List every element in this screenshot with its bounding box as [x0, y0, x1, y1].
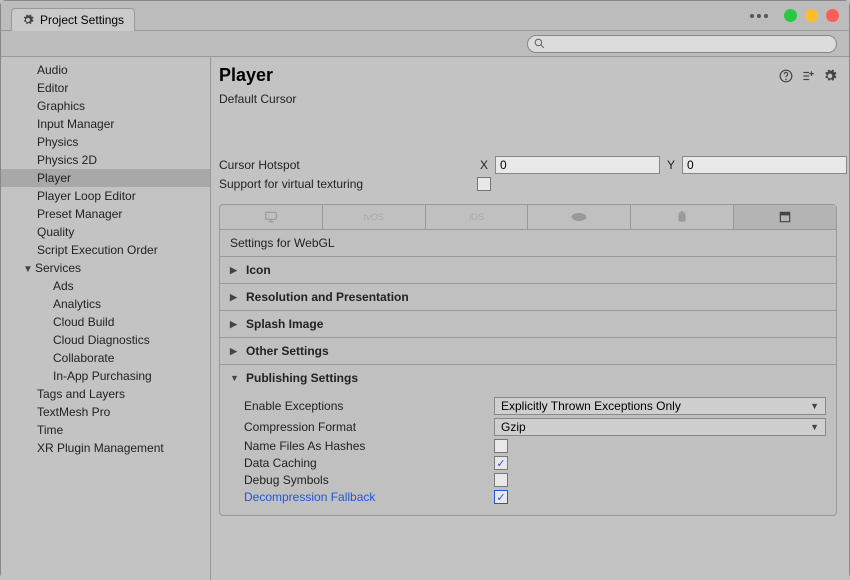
cursor-hotspot-y-input[interactable] [682, 156, 847, 174]
sidebar-item-cloud-build[interactable]: Cloud Build [1, 313, 210, 331]
content-area: Player Default Cursor Cursor Hotspot X Y [211, 57, 849, 580]
search-icon [533, 37, 546, 50]
debug-symbols-label: Debug Symbols [244, 473, 488, 487]
virtual-texturing-label: Support for virtual texturing [219, 177, 471, 191]
publishing-body: Enable Exceptions Explicitly Thrown Exce… [220, 391, 836, 515]
sidebar-item-audio[interactable]: Audio [1, 61, 210, 79]
sidebar-item-analytics[interactable]: Analytics [1, 295, 210, 313]
sidebar-item-physics[interactable]: Physics [1, 133, 210, 151]
platform-tab-webgl[interactable] [734, 205, 836, 229]
chevron-right-icon: ▶ [230, 265, 240, 276]
gear-icon [22, 14, 34, 26]
sidebar-item-graphics[interactable]: Graphics [1, 97, 210, 115]
sidebar-item-input-manager[interactable]: Input Manager [1, 115, 210, 133]
platform-tab-tvos[interactable]: tvOS [323, 205, 426, 229]
foldout-splash[interactable]: ▶Splash Image [220, 310, 836, 337]
sidebar-item-in-app-purchasing[interactable]: In-App Purchasing [1, 367, 210, 385]
platform-tab-standalone[interactable] [220, 205, 323, 229]
foldout-icon[interactable]: ▶Icon [220, 256, 836, 283]
sidebar-item-script-execution-order[interactable]: Script Execution Order [1, 241, 210, 259]
cursor-hotspot-label: Cursor Hotspot [219, 158, 471, 172]
data-caching-checkbox[interactable]: ✓ [494, 456, 508, 470]
enable-exceptions-label: Enable Exceptions [244, 399, 488, 413]
settings-for-label: Settings for WebGL [220, 230, 836, 256]
sidebar: Audio Editor Graphics Input Manager Phys… [1, 57, 211, 580]
sidebar-item-quality[interactable]: Quality [1, 223, 210, 241]
chevron-right-icon: ▶ [230, 346, 240, 357]
cursor-hotspot-x-input[interactable] [495, 156, 660, 174]
preset-icon[interactable] [801, 69, 815, 83]
foldout-resolution[interactable]: ▶Resolution and Presentation [220, 283, 836, 310]
window-title: Project Settings [40, 13, 124, 27]
x-label: X [477, 158, 491, 172]
search-bar [1, 31, 849, 57]
sidebar-item-preset-manager[interactable]: Preset Manager [1, 205, 210, 223]
gear-icon[interactable] [823, 69, 837, 83]
platform-tab-lumin[interactable] [528, 205, 631, 229]
foldout-other[interactable]: ▶Other Settings [220, 337, 836, 364]
sidebar-item-cloud-diagnostics[interactable]: Cloud Diagnostics [1, 331, 210, 349]
window-controls [750, 9, 839, 22]
foldout-publishing[interactable]: ▼Publishing Settings [220, 364, 836, 391]
platform-panel: tvOS iOS Settings for WebGL ▶Icon ▶Resol… [219, 204, 837, 516]
maximize-button[interactable] [784, 9, 797, 22]
window-tab[interactable]: Project Settings [11, 8, 135, 31]
sidebar-item-textmesh-pro[interactable]: TextMesh Pro [1, 403, 210, 421]
compression-format-dropdown[interactable]: Gzip▼ [494, 418, 826, 436]
enable-exceptions-dropdown[interactable]: Explicitly Thrown Exceptions Only▼ [494, 397, 826, 415]
platform-tab-ios[interactable]: iOS [426, 205, 529, 229]
close-button[interactable] [826, 9, 839, 22]
debug-symbols-checkbox[interactable] [494, 473, 508, 487]
chevron-down-icon: ▼ [810, 401, 819, 411]
y-label: Y [664, 158, 678, 172]
default-cursor-label: Default Cursor [219, 92, 471, 106]
chevron-down-icon: ▼ [23, 264, 33, 275]
name-files-as-hashes-label: Name Files As Hashes [244, 439, 488, 453]
name-files-as-hashes-checkbox[interactable] [494, 439, 508, 453]
sidebar-item-editor[interactable]: Editor [1, 79, 210, 97]
virtual-texturing-checkbox[interactable] [477, 177, 491, 191]
chevron-down-icon: ▼ [810, 422, 819, 432]
sidebar-item-player-loop-editor[interactable]: Player Loop Editor [1, 187, 210, 205]
platform-tab-android[interactable] [631, 205, 734, 229]
compression-format-label: Compression Format [244, 420, 488, 434]
search-input[interactable] [527, 35, 837, 53]
sidebar-item-xr-plugin-management[interactable]: XR Plugin Management [1, 439, 210, 457]
chevron-right-icon: ▶ [230, 292, 240, 303]
chevron-right-icon: ▶ [230, 319, 240, 330]
decompression-fallback-label: Decompression Fallback [244, 490, 488, 504]
sidebar-item-ads[interactable]: Ads [1, 277, 210, 295]
sidebar-item-time[interactable]: Time [1, 421, 210, 439]
minimize-button[interactable] [805, 9, 818, 22]
sidebar-item-collaborate[interactable]: Collaborate [1, 349, 210, 367]
titlebar: Project Settings [1, 1, 849, 31]
sidebar-item-physics-2d[interactable]: Physics 2D [1, 151, 210, 169]
chevron-down-icon: ▼ [230, 373, 240, 383]
page-title: Player [219, 65, 273, 86]
menu-dots-icon[interactable] [750, 14, 768, 18]
sidebar-item-player[interactable]: Player [1, 169, 210, 187]
data-caching-label: Data Caching [244, 456, 488, 470]
decompression-fallback-checkbox[interactable]: ✓ [494, 490, 508, 504]
sidebar-item-services[interactable]: ▼Services [1, 259, 210, 277]
sidebar-item-tags-and-layers[interactable]: Tags and Layers [1, 385, 210, 403]
help-icon[interactable] [779, 69, 793, 83]
